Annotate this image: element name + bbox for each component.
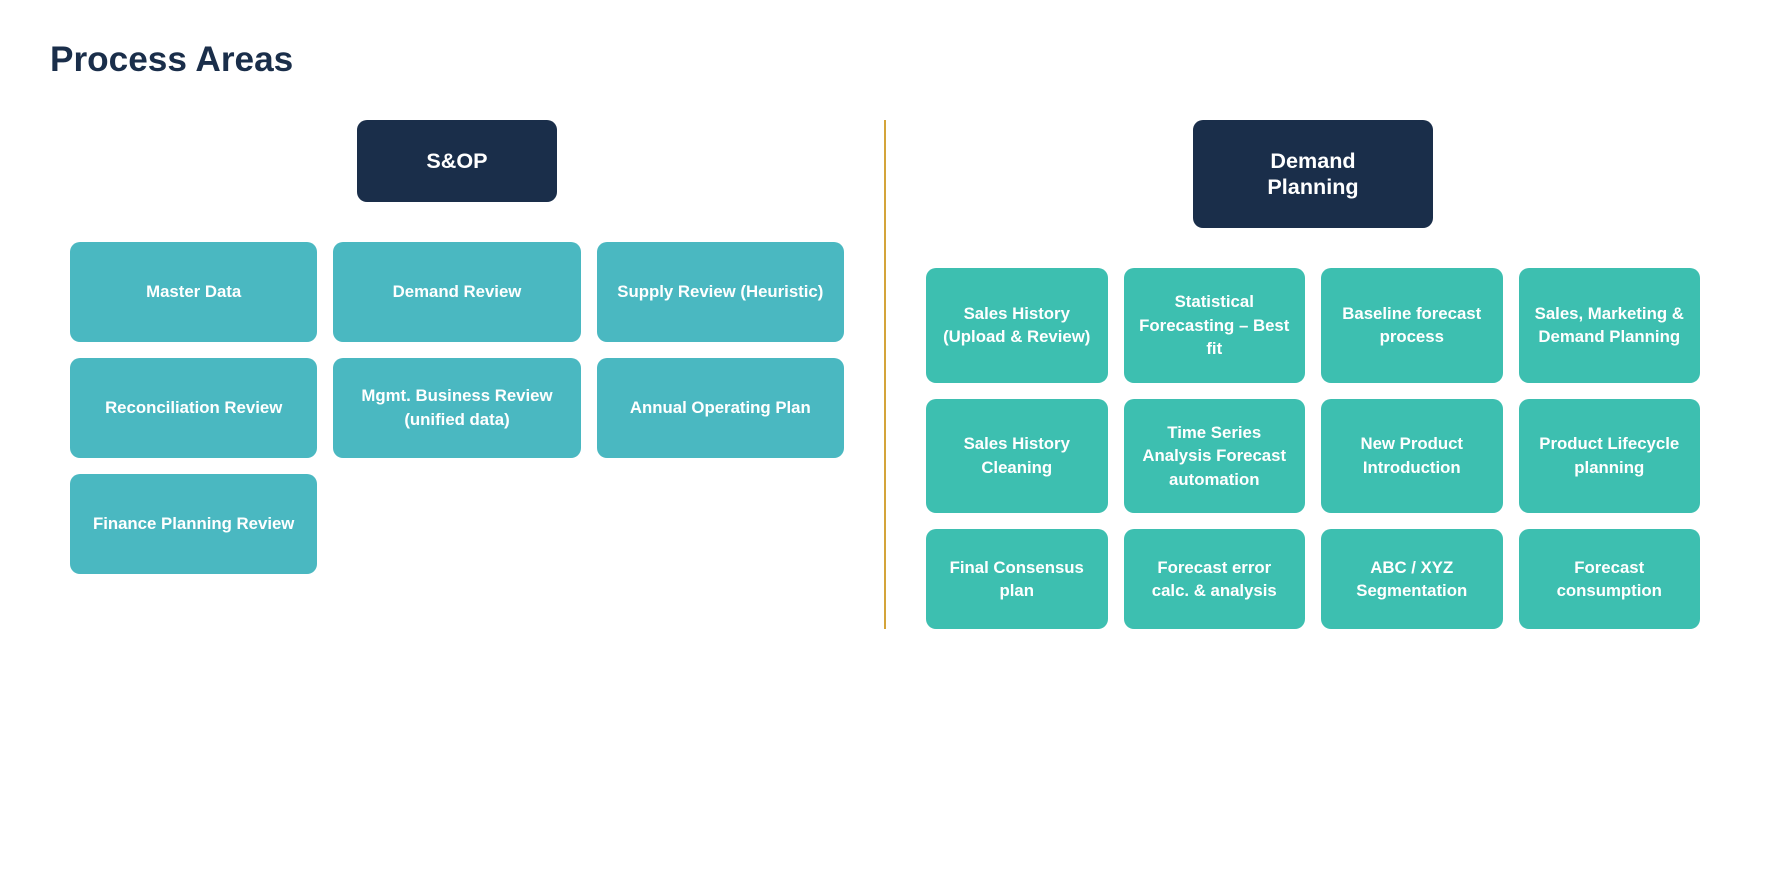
tile-demand-review[interactable]: Demand Review (333, 242, 580, 342)
tile-reconciliation-review[interactable]: Reconciliation Review (70, 358, 317, 458)
sop-row-2: Reconciliation Review Mgmt. Business Rev… (70, 358, 844, 458)
demand-planning-header: Demand Planning (1193, 120, 1433, 228)
sop-row-1: Master Data Demand Review Supply Review … (70, 242, 844, 342)
main-layout: S&OP Master Data Demand Review Supply Re… (50, 120, 1720, 629)
tile-annual-operating-plan[interactable]: Annual Operating Plan (597, 358, 844, 458)
tile-master-data[interactable]: Master Data (70, 242, 317, 342)
tile-new-product-introduction[interactable]: New Product Introduction (1321, 399, 1503, 514)
tile-abc-xyz-segmentation[interactable]: ABC / XYZ Segmentation (1321, 529, 1503, 629)
demand-planning-section: Demand Planning Sales History (Upload & … (886, 120, 1720, 629)
tile-product-lifecycle-planning[interactable]: Product Lifecycle planning (1519, 399, 1701, 514)
dp-row-3: Final Consensus plan Forecast error calc… (926, 529, 1700, 629)
sop-row-3: Finance Planning Review (70, 474, 844, 574)
tile-statistical-forecasting[interactable]: Statistical Forecasting – Best fit (1124, 268, 1306, 383)
tile-time-series-analysis[interactable]: Time Series Analysis Forecast automation (1124, 399, 1306, 514)
tile-final-consensus-plan[interactable]: Final Consensus plan (926, 529, 1108, 629)
tile-baseline-forecast-process[interactable]: Baseline forecast process (1321, 268, 1503, 383)
dp-row-1: Sales History (Upload & Review) Statisti… (926, 268, 1700, 383)
tile-mgmt-business-review[interactable]: Mgmt. Business Review (unified data) (333, 358, 580, 458)
tile-supply-review[interactable]: Supply Review (Heuristic) (597, 242, 844, 342)
tile-sales-marketing-demand[interactable]: Sales, Marketing & Demand Planning (1519, 268, 1701, 383)
sop-grid: Master Data Demand Review Supply Review … (70, 242, 844, 574)
sop-section: S&OP Master Data Demand Review Supply Re… (50, 120, 886, 629)
sop-header: S&OP (357, 120, 557, 202)
dp-row-2: Sales History Cleaning Time Series Analy… (926, 399, 1700, 514)
tile-finance-planning-review[interactable]: Finance Planning Review (70, 474, 317, 574)
demand-planning-grid: Sales History (Upload & Review) Statisti… (926, 268, 1700, 629)
tile-sales-history-cleaning[interactable]: Sales History Cleaning (926, 399, 1108, 514)
tile-forecast-consumption[interactable]: Forecast consumption (1519, 529, 1701, 629)
tile-sales-history-upload[interactable]: Sales History (Upload & Review) (926, 268, 1108, 383)
tile-forecast-error-calc[interactable]: Forecast error calc. & analysis (1124, 529, 1306, 629)
page-title: Process Areas (50, 40, 1720, 80)
